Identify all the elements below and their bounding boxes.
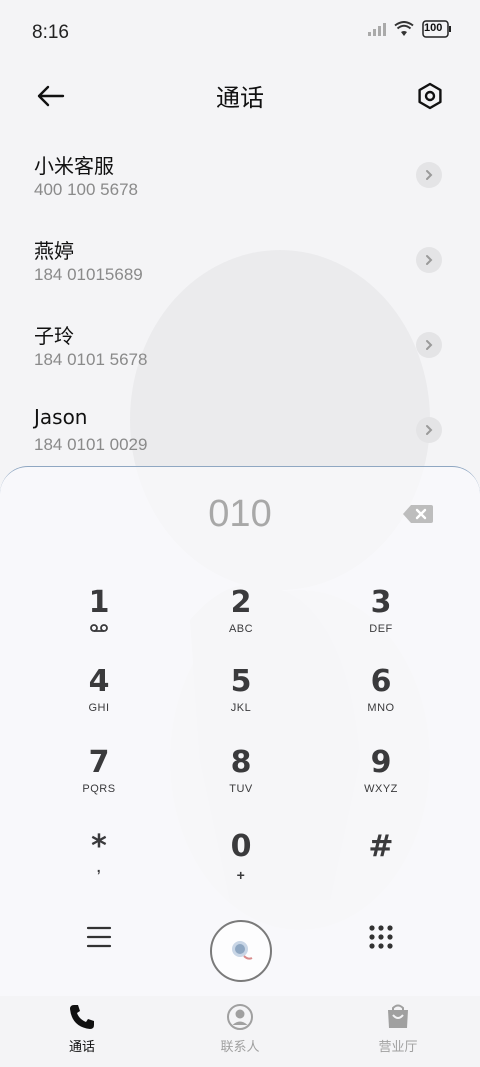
key-letters: GHI [88,702,110,714]
contact-name: Jason [34,405,88,429]
call-button[interactable] [210,920,272,982]
header: 通话 [0,68,480,124]
nav-tab-contacts[interactable]: 联系人 [190,1002,290,1055]
contact-number: 400 100 5678 [34,180,138,199]
voicemail-icon [90,624,108,632]
contact-number: 184 01015689 [34,265,143,284]
contact-name: 子玲 [34,324,74,348]
key-digit: 3 [370,585,392,620]
battery-icon: 100 [422,20,452,38]
key-8[interactable]: 8 TUV [186,745,296,815]
nav-tab-service-hall[interactable]: 营业厅 [348,1002,448,1055]
key-9[interactable]: 9 WXYZ [326,745,436,815]
contact-detail-button[interactable] [416,247,442,273]
settings-icon [418,82,442,110]
key-digit: 5 [230,664,252,699]
sim-avatar-icon [232,941,253,960]
key-5[interactable]: 5 JKL [186,664,296,734]
signal-icon [368,23,386,36]
key-1[interactable]: 1 [44,585,154,655]
contact-item[interactable]: 子玲 184 0101 5678 [0,308,480,393]
recent-contacts-list: 小米客服 400 100 5678 燕婷 184 01015689 子玲 184… [0,138,480,478]
key-letters: DEF [369,623,393,635]
keypad-grid-icon [369,925,393,949]
key-7[interactable]: 7 PQRS [44,745,154,815]
backspace-button[interactable] [402,503,434,525]
key-digit: 7 [88,745,110,780]
page-title: 通话 [216,84,264,112]
key-letters: WXYZ [364,783,398,795]
key-digit: 4 [88,664,110,699]
contact-detail-button[interactable] [416,417,442,443]
contact-name: 小米客服 [34,154,114,178]
wifi-icon [394,21,414,36]
menu-icon [86,926,112,948]
key-digit: 0 [230,829,252,864]
dialpad: 010 1 2 ABC 3 DEF 4 GHI 5 JKL 6 MNO 7 PQ… [0,466,480,996]
phone-icon [70,1005,94,1029]
key-digit: 2 [230,585,252,620]
status-icons: 100 [368,20,452,38]
menu-button[interactable] [84,922,114,952]
person-icon [227,1004,253,1030]
contact-item[interactable]: 燕婷 184 01015689 [0,223,480,308]
nav-label: 联系人 [220,1040,260,1055]
status-bar: 8:16 100 [0,0,480,64]
contact-name: 燕婷 [34,239,74,263]
contact-detail-button[interactable] [416,162,442,188]
nav-label: 通话 [68,1040,95,1055]
key-letters: , [96,859,102,875]
key-star[interactable]: * , [44,829,154,899]
key-hash[interactable]: # [326,829,436,899]
key-0[interactable]: 0 + [186,829,296,899]
nav-label: 营业厅 [378,1040,418,1055]
settings-button[interactable] [410,76,450,116]
bag-icon [388,1004,408,1028]
chevron-right-icon [426,255,433,265]
key-letters: MNO [367,702,395,714]
nav-tab-calls[interactable]: 通话 [32,1002,132,1055]
key-letters: JKL [230,702,252,714]
contact-number: 184 0101 0029 [34,435,148,454]
key-2[interactable]: 2 ABC [186,585,296,655]
key-digit: 8 [230,745,252,780]
bottom-nav: 通话 联系人 营业厅 [0,996,480,1067]
key-4[interactable]: 4 GHI [44,664,154,734]
contact-item[interactable]: 小米客服 400 100 5678 [0,138,480,223]
key-digit: 1 [88,585,110,620]
key-digit: 6 [370,664,392,699]
contact-detail-button[interactable] [416,332,442,358]
key-3[interactable]: 3 DEF [326,585,436,655]
chevron-right-icon [426,340,433,350]
key-digit: # [368,829,394,864]
key-6[interactable]: 6 MNO [326,664,436,734]
status-time: 8:16 [32,22,69,43]
key-letters: + [236,867,246,883]
key-digit: 9 [370,745,392,780]
key-letters: PQRS [82,783,116,795]
chevron-right-icon [426,425,433,435]
key-letters: TUV [229,783,253,795]
key-letters: ABC [228,623,254,635]
battery-level: 100 [424,22,443,34]
keypad-toggle-button[interactable] [366,922,396,952]
chevron-right-icon [426,170,433,180]
backspace-icon [403,505,433,523]
contact-number: 184 0101 5678 [34,350,148,369]
